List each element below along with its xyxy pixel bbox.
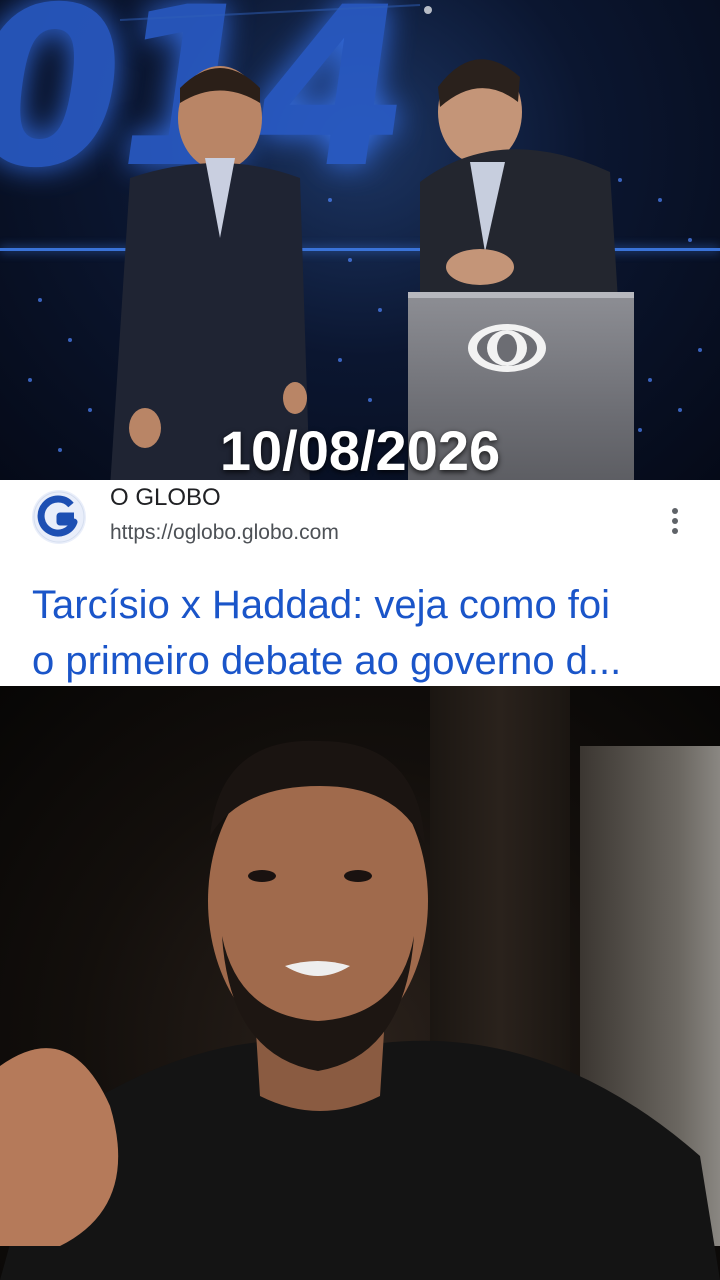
person-right: [420, 59, 620, 332]
result-title-line: Tarcísio x Haddad: veja como foi: [32, 583, 611, 627]
result-title-line: o primeiro debate ao governo d...: [32, 639, 622, 683]
speaker: [0, 740, 720, 1280]
debate-photo: 014 10/08/: [0, 0, 720, 480]
eye-logo: [468, 324, 546, 372]
site-url[interactable]: https://oglobo.globo.com: [110, 521, 339, 545]
site-name: O GLOBO: [110, 484, 221, 511]
person-left: [110, 66, 310, 480]
globe-g-logo: [32, 490, 86, 544]
more-vert-icon[interactable]: [664, 505, 686, 535]
date-overlay: 10/08/2026: [219, 419, 501, 480]
result-title-link[interactable]: Tarcísio x Haddad: veja como foi o prime…: [32, 577, 702, 689]
selfie-video: [0, 686, 720, 1280]
